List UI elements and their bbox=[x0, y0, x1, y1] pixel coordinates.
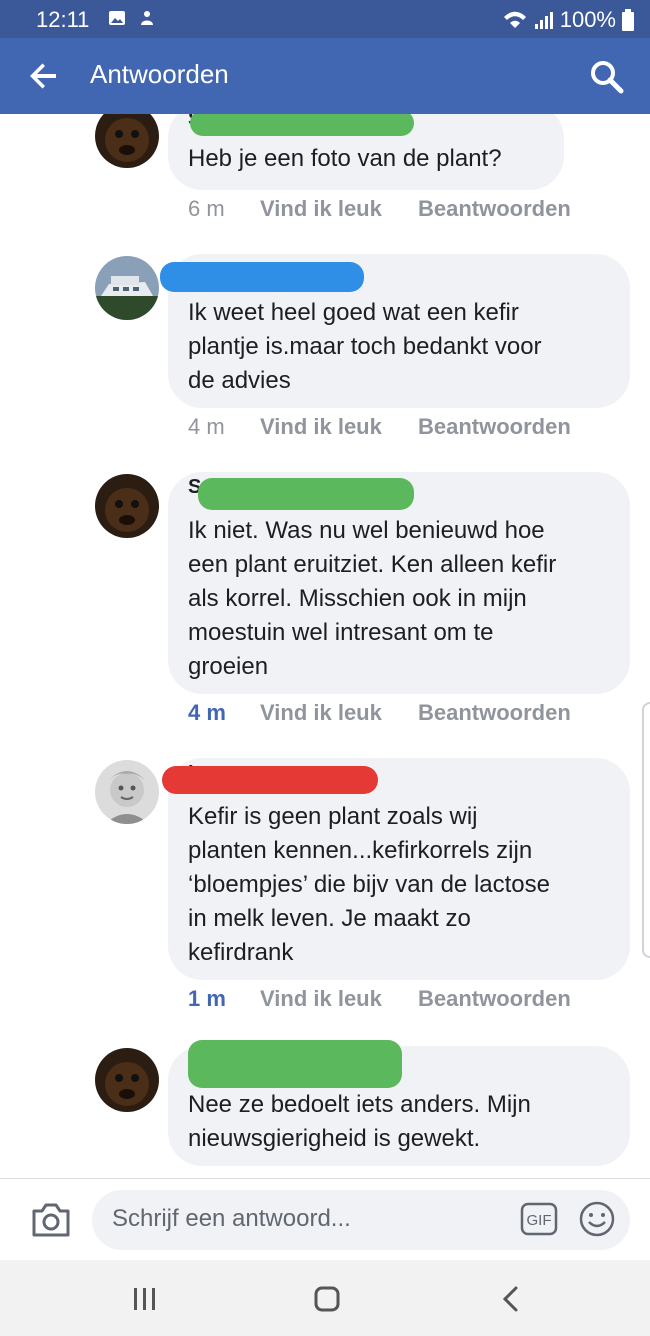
comment-time: 1 m bbox=[188, 986, 226, 1011]
recents-icon[interactable] bbox=[130, 1284, 160, 1314]
like-button[interactable]: Vind ik leuk bbox=[260, 196, 418, 222]
emoji-icon[interactable] bbox=[578, 1200, 616, 1238]
gif-button[interactable]: GIF bbox=[520, 1202, 558, 1236]
like-button[interactable]: Vind ik leuk bbox=[260, 986, 418, 1012]
comment-actions: 4 m Vind ik leuk Beantwoorden bbox=[188, 414, 571, 440]
comment-bubble: Ik weet heel goed wat een kefir plantje … bbox=[160, 254, 630, 408]
home-icon[interactable] bbox=[312, 1284, 342, 1314]
redaction-mark bbox=[162, 766, 378, 794]
avatar[interactable] bbox=[95, 256, 159, 320]
like-button[interactable]: Vind ik leuk bbox=[260, 414, 418, 440]
reply-placeholder: Schrijf een antwoord... bbox=[112, 1205, 351, 1232]
status-time: 12:11 bbox=[36, 7, 90, 32]
camera-icon[interactable] bbox=[30, 1201, 72, 1239]
redaction-mark bbox=[198, 478, 414, 510]
comment-time: 4 m bbox=[188, 414, 225, 439]
status-bar: 12:11 100% bbox=[0, 0, 650, 38]
wifi-icon bbox=[503, 11, 526, 28]
signal-icon bbox=[534, 12, 553, 29]
reply-button[interactable]: Beantwoorden bbox=[418, 986, 571, 1012]
notification-icon bbox=[141, 11, 153, 25]
comment-bubble: S Heb je een foto van de plant? bbox=[168, 114, 564, 190]
reply-input[interactable]: Schrijf een antwoord... GIF bbox=[92, 1190, 630, 1250]
comment-time: 4 m bbox=[188, 700, 226, 725]
avatar[interactable] bbox=[95, 1048, 159, 1112]
redaction-mark bbox=[190, 114, 414, 136]
reply-button[interactable]: Beantwoorden bbox=[418, 700, 571, 726]
redaction-mark bbox=[188, 1040, 402, 1088]
comment-actions: 6 m Vind ik leuk Beantwoorden bbox=[188, 196, 571, 222]
reply-composer: Schrijf een antwoord... GIF bbox=[0, 1178, 650, 1260]
battery-icon bbox=[622, 9, 634, 31]
back-nav-icon[interactable] bbox=[496, 1284, 526, 1314]
like-button[interactable]: Vind ik leuk bbox=[260, 700, 418, 726]
app-bar: Antwoorden bbox=[0, 38, 650, 114]
comment-bubble: S Nee ze bedoelt iets anders. Mijn nieuw… bbox=[168, 1040, 630, 1166]
gif-label: GIF bbox=[527, 1212, 552, 1229]
scroll-indicator bbox=[642, 702, 650, 958]
comment-actions: 4 m Vind ik leuk Beantwoorden bbox=[188, 700, 571, 726]
avatar[interactable] bbox=[95, 114, 159, 168]
search-icon[interactable] bbox=[588, 58, 624, 94]
avatar[interactable] bbox=[95, 474, 159, 538]
image-icon bbox=[109, 11, 125, 25]
battery-percent: 100% bbox=[559, 7, 616, 32]
page-title: Antwoorden bbox=[90, 59, 229, 89]
comment-time: 6 m bbox=[188, 196, 225, 221]
comment-bubble: I Kefir is geen plant zoals wij planten … bbox=[162, 758, 630, 980]
redaction-mark bbox=[160, 262, 364, 292]
reply-button[interactable]: Beantwoorden bbox=[418, 196, 571, 222]
avatar[interactable] bbox=[95, 760, 159, 824]
comment-bubble: S Ik niet. Was nu wel benieuwd hoe een p… bbox=[168, 472, 630, 694]
reply-button[interactable]: Beantwoorden bbox=[418, 414, 571, 440]
arrow-left-icon[interactable] bbox=[28, 60, 60, 92]
system-nav-bar bbox=[0, 1260, 650, 1336]
comment-actions: 1 m Vind ik leuk Beantwoorden bbox=[188, 986, 571, 1012]
status-right: 100% bbox=[502, 7, 634, 33]
reply-thread: S Heb je een foto van de plant? 6 m Vind… bbox=[0, 114, 650, 1178]
